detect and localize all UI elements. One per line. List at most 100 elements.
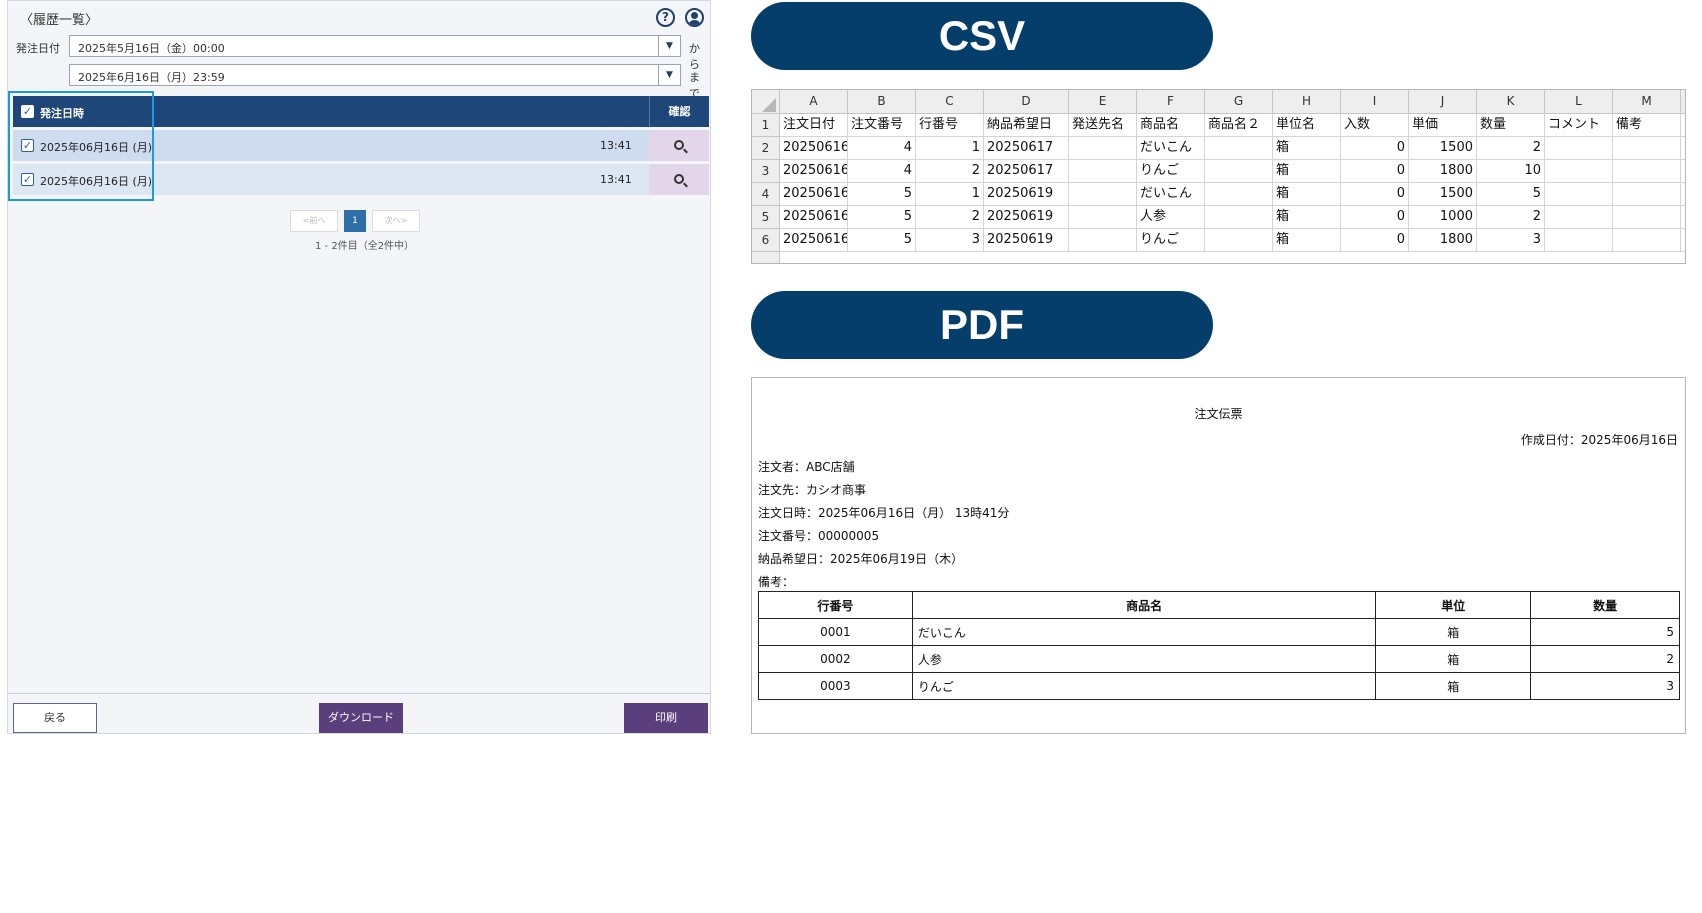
sheet-cell-filler[interactable] bbox=[1681, 206, 1685, 229]
sheet-cell[interactable] bbox=[1613, 137, 1681, 160]
sheet-cell[interactable]: 1500 bbox=[1409, 183, 1477, 206]
preview-button[interactable] bbox=[649, 130, 709, 161]
sheet-cell[interactable]: だいこん bbox=[1137, 183, 1205, 206]
row-header[interactable]: 6 bbox=[752, 229, 780, 252]
user-circle-icon[interactable] bbox=[685, 8, 704, 27]
sheet-cell[interactable]: 10 bbox=[1477, 160, 1545, 183]
sheet-cell-filler[interactable] bbox=[1681, 229, 1685, 252]
sheet-cell[interactable]: 箱 bbox=[1273, 137, 1341, 160]
sheet-cell[interactable] bbox=[1069, 160, 1137, 183]
sheet-cell[interactable]: 箱 bbox=[1273, 229, 1341, 252]
row-header[interactable]: 5 bbox=[752, 206, 780, 229]
sheet-cell[interactable]: 20250616 bbox=[780, 137, 848, 160]
sheet-cell[interactable] bbox=[1613, 206, 1681, 229]
sheet-cell[interactable] bbox=[1069, 183, 1137, 206]
sheet-cell[interactable] bbox=[1545, 229, 1613, 252]
sheet-cell[interactable] bbox=[1545, 206, 1613, 229]
next-page-button[interactable]: 次へ> bbox=[372, 210, 420, 232]
chevron-down-icon[interactable]: ▼ bbox=[658, 65, 680, 85]
sheet-cell[interactable]: 行番号 bbox=[916, 114, 984, 137]
sheet-cell[interactable]: 20250619 bbox=[984, 206, 1069, 229]
prev-page-button[interactable]: <前へ bbox=[290, 210, 338, 232]
sheet-cell[interactable]: 5 bbox=[848, 183, 916, 206]
sheet-cell[interactable] bbox=[1069, 137, 1137, 160]
sheet-cell[interactable]: 0 bbox=[1341, 137, 1409, 160]
sheet-cell[interactable]: 1800 bbox=[1409, 160, 1477, 183]
sheet-cell[interactable] bbox=[1205, 183, 1273, 206]
sheet-cell[interactable]: 20250617 bbox=[984, 160, 1069, 183]
sheet-cell[interactable] bbox=[1205, 137, 1273, 160]
sheet-cell[interactable]: 単位名 bbox=[1273, 114, 1341, 137]
sheet-cell[interactable]: 発送先名 bbox=[1069, 114, 1137, 137]
row-header-partial[interactable] bbox=[752, 252, 780, 263]
sheet-cell[interactable]: 2 bbox=[916, 206, 984, 229]
column-header[interactable]: J bbox=[1409, 90, 1477, 114]
sheet-cell[interactable]: 商品名２ bbox=[1205, 114, 1273, 137]
column-header[interactable]: D bbox=[984, 90, 1069, 114]
sheet-cell[interactable]: りんご bbox=[1137, 160, 1205, 183]
sheet-cell[interactable] bbox=[1545, 137, 1613, 160]
sheet-cell[interactable]: 納品希望日 bbox=[984, 114, 1069, 137]
sheet-cell[interactable]: 注文番号 bbox=[848, 114, 916, 137]
select-all-corner[interactable] bbox=[752, 90, 780, 114]
sheet-cell[interactable] bbox=[1613, 160, 1681, 183]
sheet-cell[interactable] bbox=[1069, 206, 1137, 229]
column-header[interactable]: G bbox=[1205, 90, 1273, 114]
sheet-cell[interactable]: 単価 bbox=[1409, 114, 1477, 137]
sheet-cell[interactable]: 20250619 bbox=[984, 229, 1069, 252]
back-to-history-link[interactable]: 〈履歴一覧〉 bbox=[20, 9, 98, 28]
sheet-cell[interactable]: 4 bbox=[848, 137, 916, 160]
sheet-cell[interactable]: 商品名 bbox=[1137, 114, 1205, 137]
download-button[interactable]: ダウンロード bbox=[319, 703, 403, 733]
sheet-cell[interactable] bbox=[1205, 206, 1273, 229]
column-header[interactable]: I bbox=[1341, 90, 1409, 114]
row-header[interactable]: 2 bbox=[752, 137, 780, 160]
print-button[interactable]: 印刷 bbox=[624, 703, 708, 733]
sheet-cell[interactable] bbox=[1205, 229, 1273, 252]
sheet-cell[interactable]: 2 bbox=[916, 160, 984, 183]
date-to-field[interactable]: 2025年6月16日（月）23:59 ▼ bbox=[69, 64, 681, 86]
sheet-cell[interactable] bbox=[1545, 183, 1613, 206]
sheet-cell[interactable]: 20250619 bbox=[984, 183, 1069, 206]
column-header[interactable]: L bbox=[1545, 90, 1613, 114]
sheet-cell[interactable]: 5 bbox=[848, 229, 916, 252]
preview-button[interactable] bbox=[649, 164, 709, 195]
sheet-cell[interactable]: コメント bbox=[1545, 114, 1613, 137]
sheet-cell[interactable]: 5 bbox=[1477, 183, 1545, 206]
sheet-cell-filler[interactable] bbox=[1681, 114, 1685, 137]
sheet-cell[interactable]: 20250617 bbox=[984, 137, 1069, 160]
sheet-cell[interactable]: 1 bbox=[916, 137, 984, 160]
row-header[interactable]: 3 bbox=[752, 160, 780, 183]
sheet-cell[interactable]: だいこん bbox=[1137, 137, 1205, 160]
column-header[interactable]: A bbox=[780, 90, 848, 114]
column-header[interactable]: E bbox=[1069, 90, 1137, 114]
column-header[interactable]: F bbox=[1137, 90, 1205, 114]
question-circle-icon[interactable]: ? bbox=[656, 8, 675, 27]
column-header[interactable]: B bbox=[848, 90, 916, 114]
sheet-cell[interactable]: 4 bbox=[848, 160, 916, 183]
sheet-cell[interactable]: 備考 bbox=[1613, 114, 1681, 137]
sheet-cell[interactable]: 入数 bbox=[1341, 114, 1409, 137]
sheet-cell[interactable]: 20250616 bbox=[780, 229, 848, 252]
sheet-cell[interactable]: 20250616 bbox=[780, 183, 848, 206]
sheet-cell[interactable] bbox=[1613, 183, 1681, 206]
sheet-cell[interactable]: 0 bbox=[1341, 206, 1409, 229]
sheet-cell[interactable]: 1 bbox=[916, 183, 984, 206]
sheet-cell[interactable]: 2 bbox=[1477, 206, 1545, 229]
sheet-cell[interactable]: 1000 bbox=[1409, 206, 1477, 229]
sheet-cell[interactable]: 2 bbox=[1477, 137, 1545, 160]
sheet-cell[interactable] bbox=[1205, 160, 1273, 183]
sheet-cell[interactable] bbox=[1545, 160, 1613, 183]
sheet-cell[interactable]: 3 bbox=[916, 229, 984, 252]
sheet-cell[interactable]: 1500 bbox=[1409, 137, 1477, 160]
row-header[interactable]: 4 bbox=[752, 183, 780, 206]
sheet-cell[interactable]: 箱 bbox=[1273, 160, 1341, 183]
sheet-cell[interactable]: 1800 bbox=[1409, 229, 1477, 252]
column-header[interactable]: C bbox=[916, 90, 984, 114]
sheet-cell[interactable]: 人参 bbox=[1137, 206, 1205, 229]
sheet-cell[interactable]: 20250616 bbox=[780, 160, 848, 183]
column-header-filler[interactable] bbox=[1681, 90, 1685, 114]
sheet-cell[interactable]: りんご bbox=[1137, 229, 1205, 252]
back-button[interactable]: 戻る bbox=[13, 703, 97, 733]
date-from-field[interactable]: 2025年5月16日（金）00:00 ▼ bbox=[69, 35, 681, 57]
